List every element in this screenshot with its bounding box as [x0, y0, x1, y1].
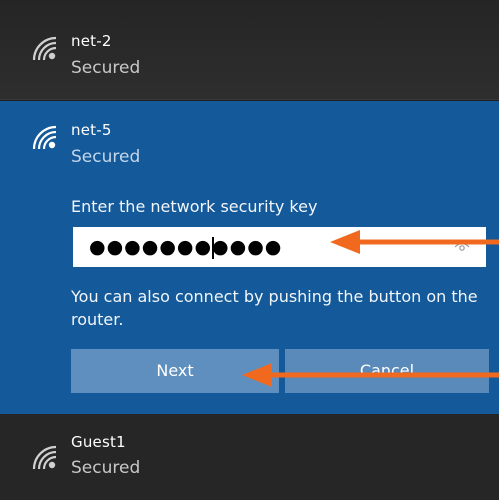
network-status: Secured: [71, 458, 141, 478]
network-status: Secured: [71, 58, 141, 78]
wifi-icon: [32, 125, 57, 150]
wifi-flyout: net-2 Secured net-5 Secured Enter the ne…: [0, 0, 499, 500]
eye-icon[interactable]: [454, 241, 470, 253]
security-key-input[interactable]: ●●●●●●●●●●●: [73, 227, 486, 267]
next-button[interactable]: Next: [71, 349, 279, 393]
network-name: net-2: [71, 32, 112, 50]
network-item-net-5[interactable]: net-5 Secured Enter the network security…: [0, 101, 499, 414]
network-item-net-2[interactable]: net-2 Secured: [0, 0, 499, 100]
cancel-button[interactable]: Cancel: [285, 349, 489, 393]
network-status: Secured: [71, 147, 141, 167]
wps-hint: You can also connect by pushing the butt…: [71, 287, 478, 329]
wifi-icon: [32, 445, 57, 470]
network-name: net-5: [71, 121, 112, 139]
network-name: Guest1: [71, 433, 126, 451]
security-key-value: ●●●●●●●●●●●: [89, 236, 283, 258]
network-item-guest1[interactable]: Guest1 Secured: [0, 414, 499, 500]
security-key-prompt: Enter the network security key: [71, 197, 318, 216]
text-caret: [212, 237, 214, 259]
wifi-icon: [32, 36, 57, 61]
